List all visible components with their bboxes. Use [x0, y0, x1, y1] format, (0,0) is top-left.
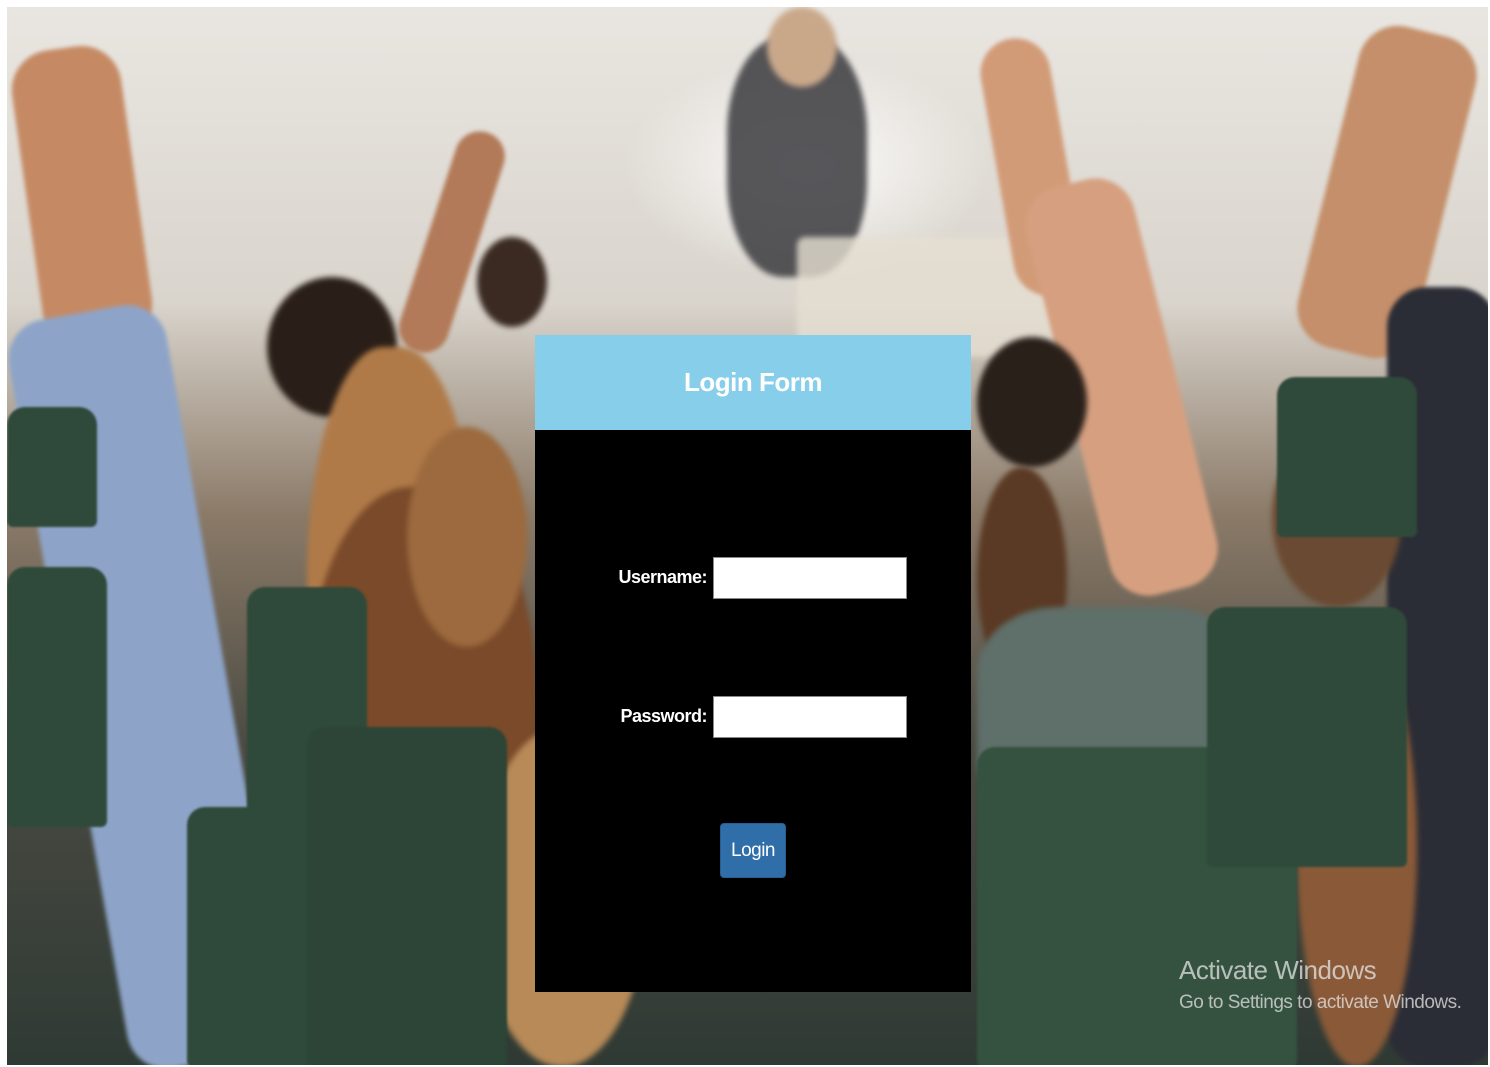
login-button[interactable]: Login [720, 823, 786, 878]
username-input[interactable] [713, 557, 907, 599]
login-form-title: Login Form [684, 367, 822, 397]
activate-windows-watermark: Activate Windows Go to Settings to activ… [1179, 955, 1462, 1014]
activate-windows-subtitle: Go to Settings to activate Windows. [1179, 992, 1462, 1013]
login-form-header: Login Form [535, 335, 971, 430]
username-label: Username: [618, 567, 707, 587]
activate-windows-title: Activate Windows [1179, 955, 1377, 985]
login-form-panel: Login Form Username: Password: Login [535, 335, 971, 992]
password-input[interactable] [713, 696, 907, 738]
password-label: Password: [620, 706, 707, 726]
password-row: Password: [535, 696, 971, 738]
username-row: Username: [535, 557, 971, 599]
